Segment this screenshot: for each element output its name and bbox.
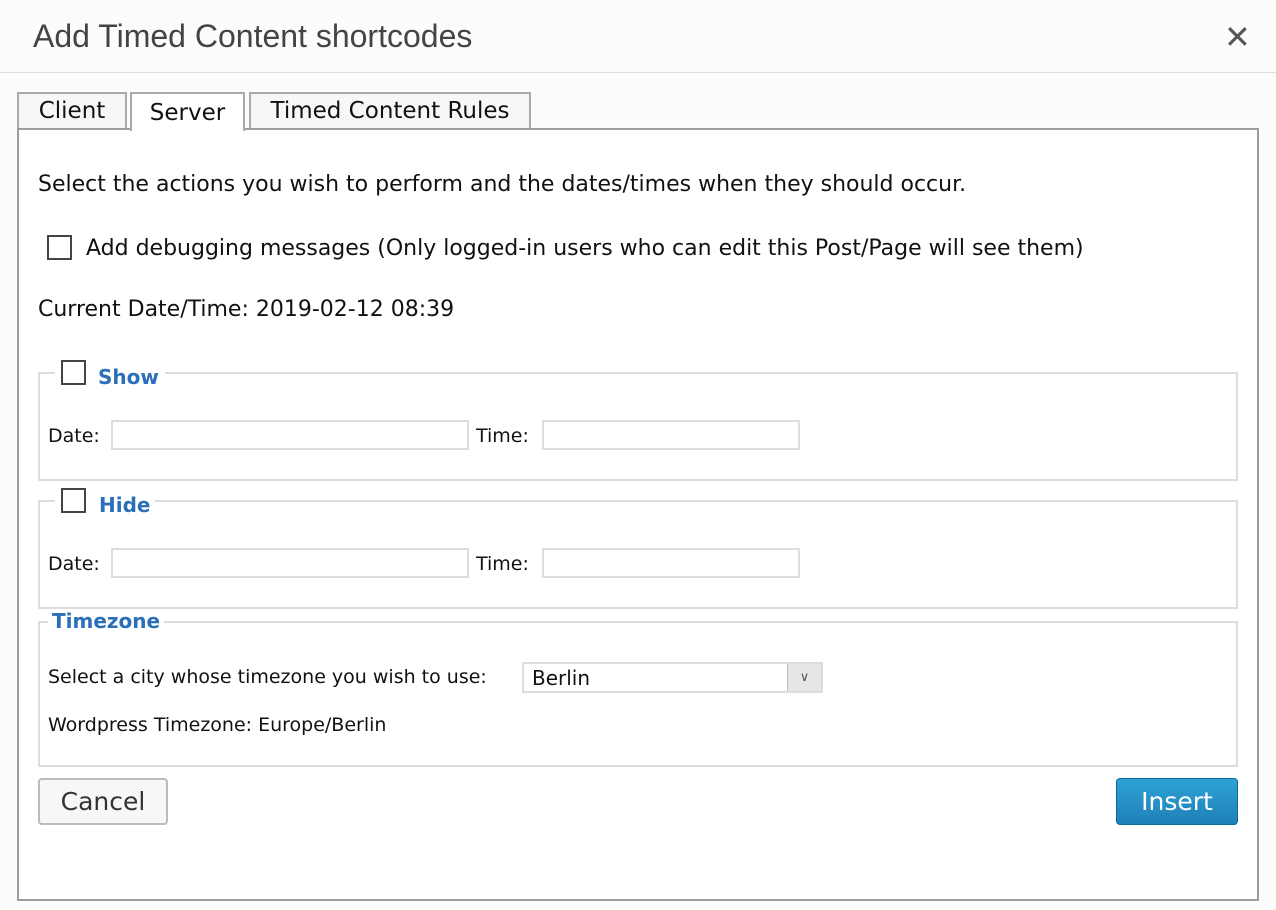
debug-label: Add debugging messages (Only logged-in u…	[86, 236, 1084, 261]
show-date-label: Date:	[48, 425, 100, 447]
hide-date-input[interactable]	[111, 548, 469, 578]
dialog-title: Add Timed Content shortcodes	[33, 18, 473, 54]
tab-timed-content-rules[interactable]: Timed Content Rules	[249, 92, 531, 128]
show-legend: Show	[94, 365, 163, 389]
show-time-label: Time:	[476, 425, 529, 447]
cancel-button[interactable]: Cancel	[38, 778, 168, 825]
show-checkbox[interactable]	[61, 360, 86, 385]
show-date-input[interactable]	[111, 420, 469, 450]
wordpress-timezone: Wordpress Timezone: Europe/Berlin	[48, 714, 387, 736]
show-time-input[interactable]	[542, 420, 800, 450]
timezone-select-label: Select a city whose timezone you wish to…	[48, 666, 487, 688]
header-divider	[0, 72, 1276, 73]
hide-date-label: Date:	[48, 553, 100, 575]
hide-time-input[interactable]	[542, 548, 800, 578]
tab-server[interactable]: Server	[130, 92, 245, 131]
timezone-selected: Berlin	[532, 666, 591, 690]
insert-button[interactable]: Insert	[1116, 778, 1238, 825]
intro-text: Select the actions you wish to perform a…	[38, 172, 967, 197]
chevron-down-icon[interactable]: ∨	[787, 664, 821, 691]
current-datetime: Current Date/Time: 2019-02-12 08:39	[38, 297, 455, 322]
timezone-fieldset	[38, 621, 1238, 767]
tab-client[interactable]: Client	[17, 92, 127, 128]
timezone-legend: Timezone	[48, 609, 165, 633]
hide-time-label: Time:	[476, 553, 529, 575]
timezone-select[interactable]: Berlin ∨	[522, 662, 823, 693]
hide-legend: Hide	[95, 493, 155, 517]
hide-checkbox[interactable]	[61, 488, 86, 513]
close-icon[interactable]: ✕	[1224, 18, 1251, 56]
debug-checkbox[interactable]	[47, 235, 72, 260]
